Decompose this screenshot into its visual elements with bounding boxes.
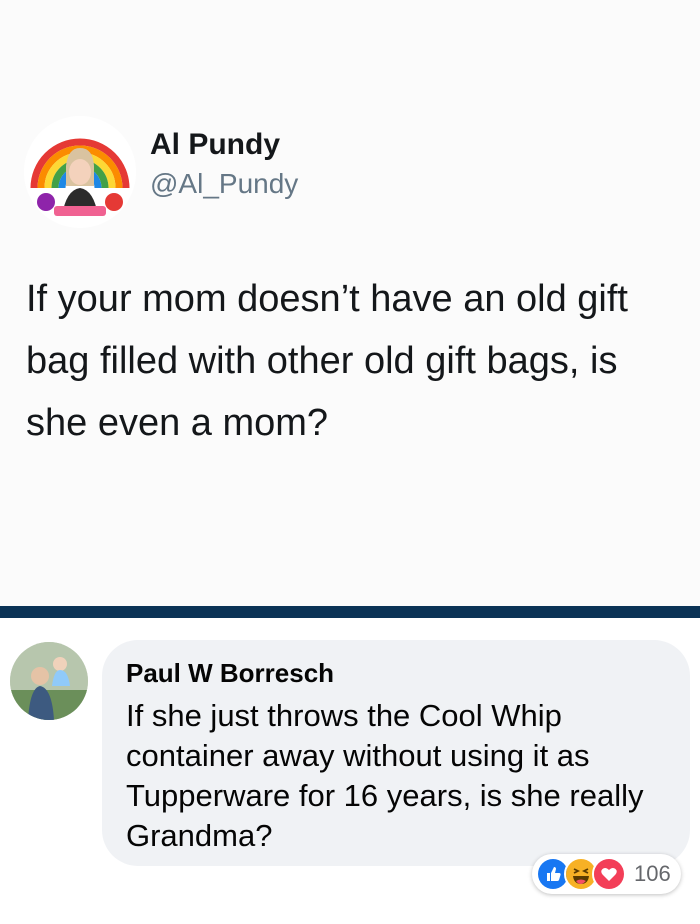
profile-photo-image [10,642,88,720]
tweet-author-handle[interactable]: @Al_Pundy [150,168,298,200]
love-icon [592,857,626,891]
tweet-card: Al Pundy @Al_Pundy If your mom doesn’t h… [0,0,700,606]
comment-author-avatar[interactable] [10,642,88,720]
comment-author-name[interactable]: Paul W Borresch [126,658,334,689]
reaction-count: 106 [634,861,671,886]
rainbow-avatar-image [24,116,136,228]
comment-section: Paul W Borresch If she just throws the C… [0,618,700,924]
comment-text: If she just throws the Cool Whip contain… [126,698,644,853]
tweet-author-name[interactable]: Al Pundy [150,128,280,162]
section-divider [0,606,700,618]
comment-bubble: Paul W Borresch If she just throws the C… [102,640,690,866]
tweet-text: If your mom doesn’t have an old gift bag… [26,278,628,444]
reaction-summary[interactable]: 106 [532,854,681,894]
tweet-author-avatar[interactable] [24,116,136,228]
